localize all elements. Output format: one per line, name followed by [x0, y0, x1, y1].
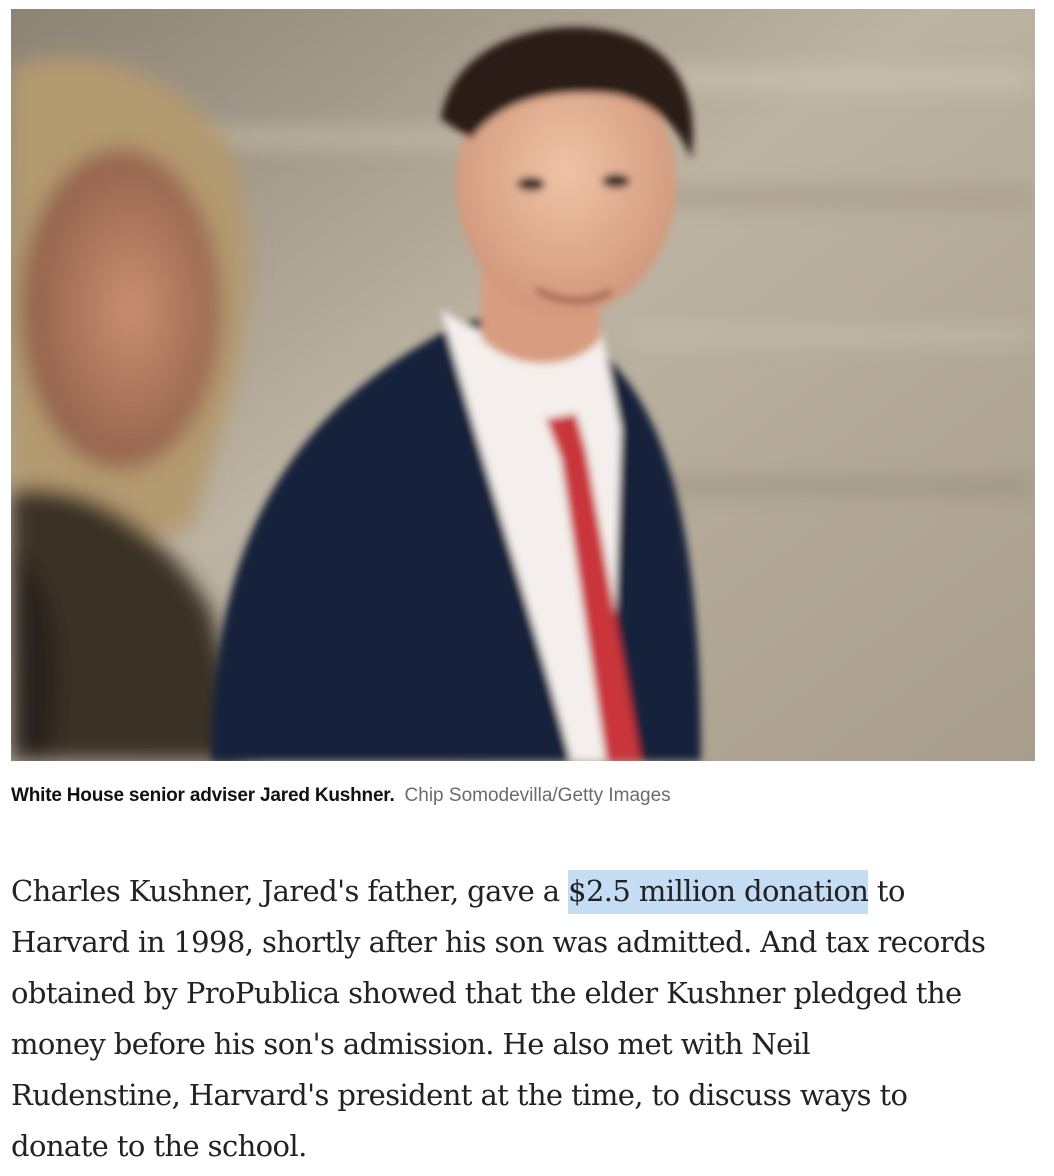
text-segment: to — [868, 874, 906, 908]
text-segment: Charles Kushner, Jared's father, gave a — [11, 874, 569, 908]
caption-text: White House senior adviser Jared Kushner… — [11, 785, 395, 806]
paragraph-line: obtained by ProPublica showed that the e… — [11, 976, 962, 1010]
paragraph-line: Rudenstine, Harvard's president at the t… — [11, 1078, 908, 1112]
paragraph-line: donate to the school. — [11, 1129, 307, 1163]
paragraph-line: Harvard in 1998, shortly after his son w… — [11, 925, 986, 959]
article-paragraph: Charles Kushner, Jared's father, gave a … — [11, 866, 1047, 1172]
photo-credit: Chip Somodevilla/Getty Images — [404, 785, 671, 806]
selected-text-highlight[interactable]: $2.5 million donation — [568, 870, 869, 914]
article-photo — [11, 9, 1035, 761]
photo-caption: White House senior adviser Jared Kushner… — [11, 784, 1041, 808]
paragraph-line: money before his son's admission. He als… — [11, 1027, 811, 1061]
portrait-image — [11, 9, 1035, 761]
paragraph-line: Charles Kushner, Jared's father, gave a … — [11, 866, 1047, 917]
